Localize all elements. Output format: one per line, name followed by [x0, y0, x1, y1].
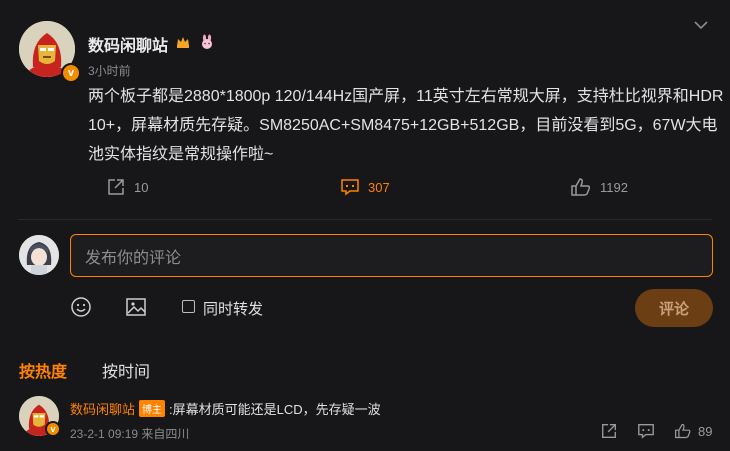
emoji-icon[interactable]: [70, 296, 92, 323]
like-count: 1192: [600, 179, 628, 195]
tab-sort-time[interactable]: 按时间: [102, 358, 150, 382]
post-author-name[interactable]: 数码闲聊站: [88, 32, 168, 56]
reply-author-name[interactable]: 数码闲聊站: [70, 399, 135, 418]
reply-share-icon[interactable]: [600, 422, 618, 445]
comment-icon: [341, 179, 359, 196]
reply-comment-icon[interactable]: [637, 422, 655, 445]
thumbs-up-icon: [675, 423, 691, 439]
more-options-chevron-icon[interactable]: [692, 18, 710, 37]
author-tag-badge: 博主: [139, 400, 166, 417]
anime-avatar-icon: [19, 235, 59, 275]
divider: [18, 219, 712, 220]
repost-button[interactable]: 10: [106, 177, 148, 197]
current-user-avatar[interactable]: [19, 235, 59, 275]
thumbs-up-icon: [571, 178, 591, 196]
repost-checkbox[interactable]: [182, 300, 195, 313]
repost-checkbox-label: 同时转发: [203, 301, 264, 318]
post-content: 两个板子都是2880*1800p 120/144Hz国产屏，11英寸左右常规大屏…: [88, 88, 724, 163]
submit-comment-button[interactable]: 评论: [635, 289, 713, 327]
like-button[interactable]: 1192: [570, 177, 628, 197]
reply-like-count: 89: [698, 423, 713, 439]
reply-like-button[interactable]: 89: [674, 422, 712, 440]
repost-icon: [108, 179, 124, 195]
verified-badge-icon: v: [61, 63, 81, 83]
reply-text: :屏幕材质可能还是LCD，先存疑一波: [169, 402, 381, 417]
comment-input-placeholder: 发布你的评论: [85, 249, 182, 267]
image-icon[interactable]: [125, 296, 147, 323]
comment-count: 307: [368, 179, 390, 195]
tab-sort-hot[interactable]: 按热度: [19, 358, 67, 382]
repost-count: 10: [134, 179, 149, 195]
post-time: 3小时前: [88, 64, 131, 78]
comment-input[interactable]: 发布你的评论: [70, 234, 713, 277]
crown-icon: [175, 34, 191, 55]
comment-button[interactable]: 307: [340, 177, 390, 197]
reply-line: 数码闲聊站 博主 :屏幕材质可能还是LCD，先存疑一波: [70, 399, 381, 418]
rabbit-badge-icon: [199, 34, 215, 55]
reply-meta: 23-2-1 09:19 来自四川: [70, 427, 190, 441]
verified-badge-icon: v: [45, 421, 61, 437]
